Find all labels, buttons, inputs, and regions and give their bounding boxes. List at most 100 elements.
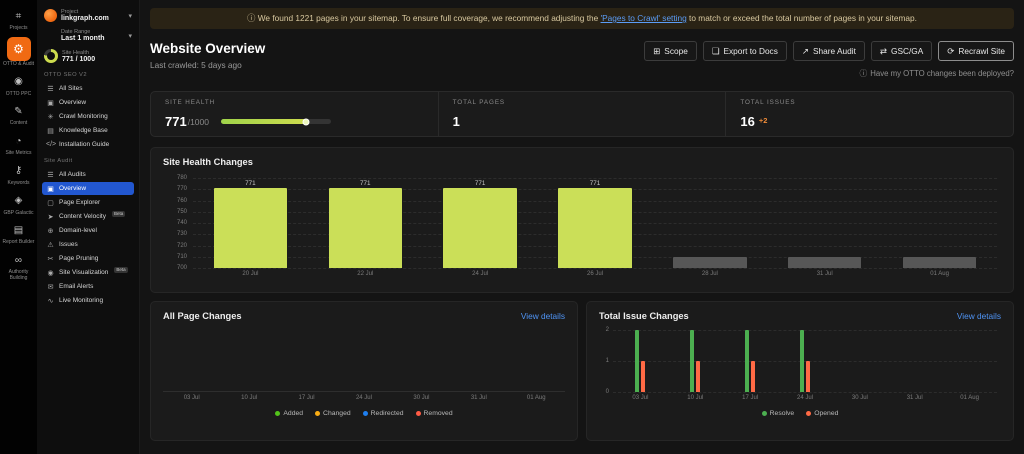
sidebar-item-label: Overview [59, 185, 86, 192]
sidebar-item-overview[interactable]: ▣Overview [42, 96, 134, 109]
y-axis-tick: 1 [599, 358, 609, 364]
total-issue-changes-chart: 210 [613, 330, 997, 392]
sidebar-item-page-pruning[interactable]: ✂Page Pruning [42, 252, 134, 265]
pages-to-crawl-link[interactable]: 'Pages to Crawl' setting [601, 13, 687, 23]
sidebar-item-content-velocity[interactable]: ➤Content VelocityBeta [42, 210, 134, 223]
gridline: 700 [193, 268, 997, 269]
main-content: ⓘ We found 1221 pages in your sitemap. T… [140, 0, 1024, 454]
bar-group [832, 330, 887, 392]
otto-deploy-note[interactable]: ⓘHave my OTTO changes been deployed? [644, 68, 1014, 79]
rail-item-label: Projects [9, 26, 27, 32]
site-health-summary: Site Health 771 / 1000 [42, 48, 134, 64]
gauge-fill [221, 119, 306, 124]
health-bar[interactable] [329, 188, 403, 268]
last-crawled-text: Last crawled: 5 days ago [150, 60, 265, 70]
y-axis-tick: 770 [163, 186, 187, 192]
banner-text-before: We found 1221 pages in your sitemap. To … [258, 13, 601, 23]
rail-item-otto-audit[interactable]: ⚙OTTO & Audit [0, 37, 37, 68]
sidebar-item-site-visualization[interactable]: ◉Site VisualizationBeta [42, 266, 134, 279]
banner-text-after: to match or exceed the total number of p… [687, 13, 917, 23]
legend-item-redirected: Redirected [363, 410, 404, 417]
rail-item-authority-building[interactable]: ∞Authority Building [0, 251, 37, 282]
sidebar-item-label: Email Alerts [59, 283, 93, 290]
rail-item-label: Content [10, 121, 28, 127]
added-dot [275, 411, 280, 416]
rail-item-otto-ppc[interactable]: ◉OTTO PPC [0, 73, 37, 98]
placeholder-bar [903, 257, 977, 268]
searchatlas-logo-icon [44, 9, 57, 22]
deploy-note-text: Have my OTTO changes been deployed? [870, 69, 1014, 78]
rail-item-keywords[interactable]: ⚷Keywords [0, 162, 37, 187]
x-axis-label: 01 Aug [942, 395, 997, 401]
sidebar-item-all-sites[interactable]: ☰All Sites [42, 82, 134, 95]
gsc-ga-button[interactable]: ⇄GSC/GA [871, 41, 932, 61]
opened-bar [696, 361, 700, 392]
page-header: Website Overview Last crawled: 5 days ag… [150, 41, 1014, 79]
sidebar-item-installation-guide[interactable]: </>Installation Guide [42, 138, 134, 150]
sidebar-item-overview[interactable]: ▣ Overview [42, 182, 134, 195]
resolve-bar [635, 330, 639, 392]
sidebar-item-email-alerts[interactable]: ✉Email Alerts [42, 280, 134, 293]
rail-item-label: OTTO PPC [6, 92, 31, 98]
rail-item-gbp-galactic[interactable]: ◈GBP Galactic [0, 192, 37, 217]
x-axis-label: 20 Jul [193, 271, 308, 277]
legend-label: Opened [814, 410, 838, 417]
sidebar-item-label: Issues [59, 241, 78, 248]
document-icon: ▤ [10, 221, 28, 239]
chart-legend: AddedChangedRedirectedRemoved [163, 410, 565, 417]
rail-item-content[interactable]: ✎Content [0, 102, 37, 127]
rail-item-projects[interactable]: ⌗Projects [0, 7, 37, 32]
sidebar-item-page-explorer[interactable]: ▢Page Explorer [42, 196, 134, 209]
key-icon: ⚷ [10, 162, 28, 180]
button-label: Export to Docs [723, 46, 777, 56]
stat-label: SITE HEALTH [165, 99, 424, 106]
section-title-site-audit: Site Audit [44, 158, 132, 164]
sidebar-item-knowledge-base[interactable]: ▤Knowledge Base [42, 124, 134, 137]
pin-icon: ◈ [10, 192, 28, 210]
scope-icon: ⊞ [653, 46, 660, 57]
opened-bar [806, 361, 810, 392]
sidebar-item-crawl-monitoring[interactable]: ✳Crawl Monitoring [42, 110, 134, 123]
sidebar-item-live-monitoring[interactable]: ∿Live Monitoring [42, 294, 134, 307]
bar-slot: 771 [193, 178, 308, 268]
health-bar[interactable] [558, 188, 632, 268]
legend-label: Removed [424, 410, 453, 417]
chart-icon: ▣ [46, 185, 55, 193]
view-details-link[interactable]: View details [957, 311, 1001, 321]
sidebar-item-domain-level[interactable]: ⊕Domain-level [42, 224, 134, 237]
rail-item-site-metrics[interactable]: ◔Site Metrics [0, 132, 37, 157]
rail-item-report-builder[interactable]: ▤Report Builder [0, 221, 37, 246]
y-axis-tick: 740 [163, 220, 187, 226]
resolve-bar [800, 330, 804, 392]
chart-title: Total Issue Changes [599, 311, 689, 321]
health-bar[interactable] [443, 188, 517, 268]
sidebar-item-all-audits[interactable]: ☰All Audits [42, 168, 134, 181]
x-axis-labels: 20 Jul22 Jul24 Jul26 Jul28 Jul31 Jul01 A… [193, 271, 997, 277]
x-axis-label: 17 Jul [723, 395, 778, 401]
total-issue-changes-card: Total Issue Changes View details 210 03 … [586, 301, 1014, 441]
site-health-max: /1000 [188, 117, 209, 127]
legend-item-added: Added [275, 410, 303, 417]
sidebar-item-issues[interactable]: ⚠Issues [42, 238, 134, 251]
site-health-score: 771 [165, 114, 187, 129]
gauge-knob [302, 118, 309, 125]
recrawl-site-button[interactable]: ⟳Recrawl Site [938, 41, 1014, 61]
date-range-selector[interactable]: Date Range Last 1 month ▾ [42, 28, 134, 43]
legend-label: Resolve [770, 410, 795, 417]
resolve-dot [762, 411, 767, 416]
x-axis-label: 30 Jul [832, 395, 887, 401]
info-icon: ⓘ [859, 68, 867, 79]
rail-item-label: Keywords [8, 181, 30, 187]
sidebar-item-label: All Sites [59, 85, 82, 92]
pencil-icon: ✎ [10, 102, 28, 120]
scope-button[interactable]: ⊞Scope [644, 41, 697, 61]
health-bar[interactable] [214, 188, 288, 268]
beta-badge: Beta [114, 267, 127, 273]
x-axis-label: 24 Jul [423, 271, 538, 277]
project-selector[interactable]: Project linkgraph.com ▾ [42, 8, 134, 23]
share-audit-button[interactable]: ↗Share Audit [793, 41, 865, 61]
sidebar-item-label: Content Velocity [59, 213, 106, 220]
bar-value-label: 771 [245, 180, 256, 187]
view-details-link[interactable]: View details [521, 311, 565, 321]
export-to-docs-button[interactable]: ❏Export to Docs [703, 41, 787, 61]
